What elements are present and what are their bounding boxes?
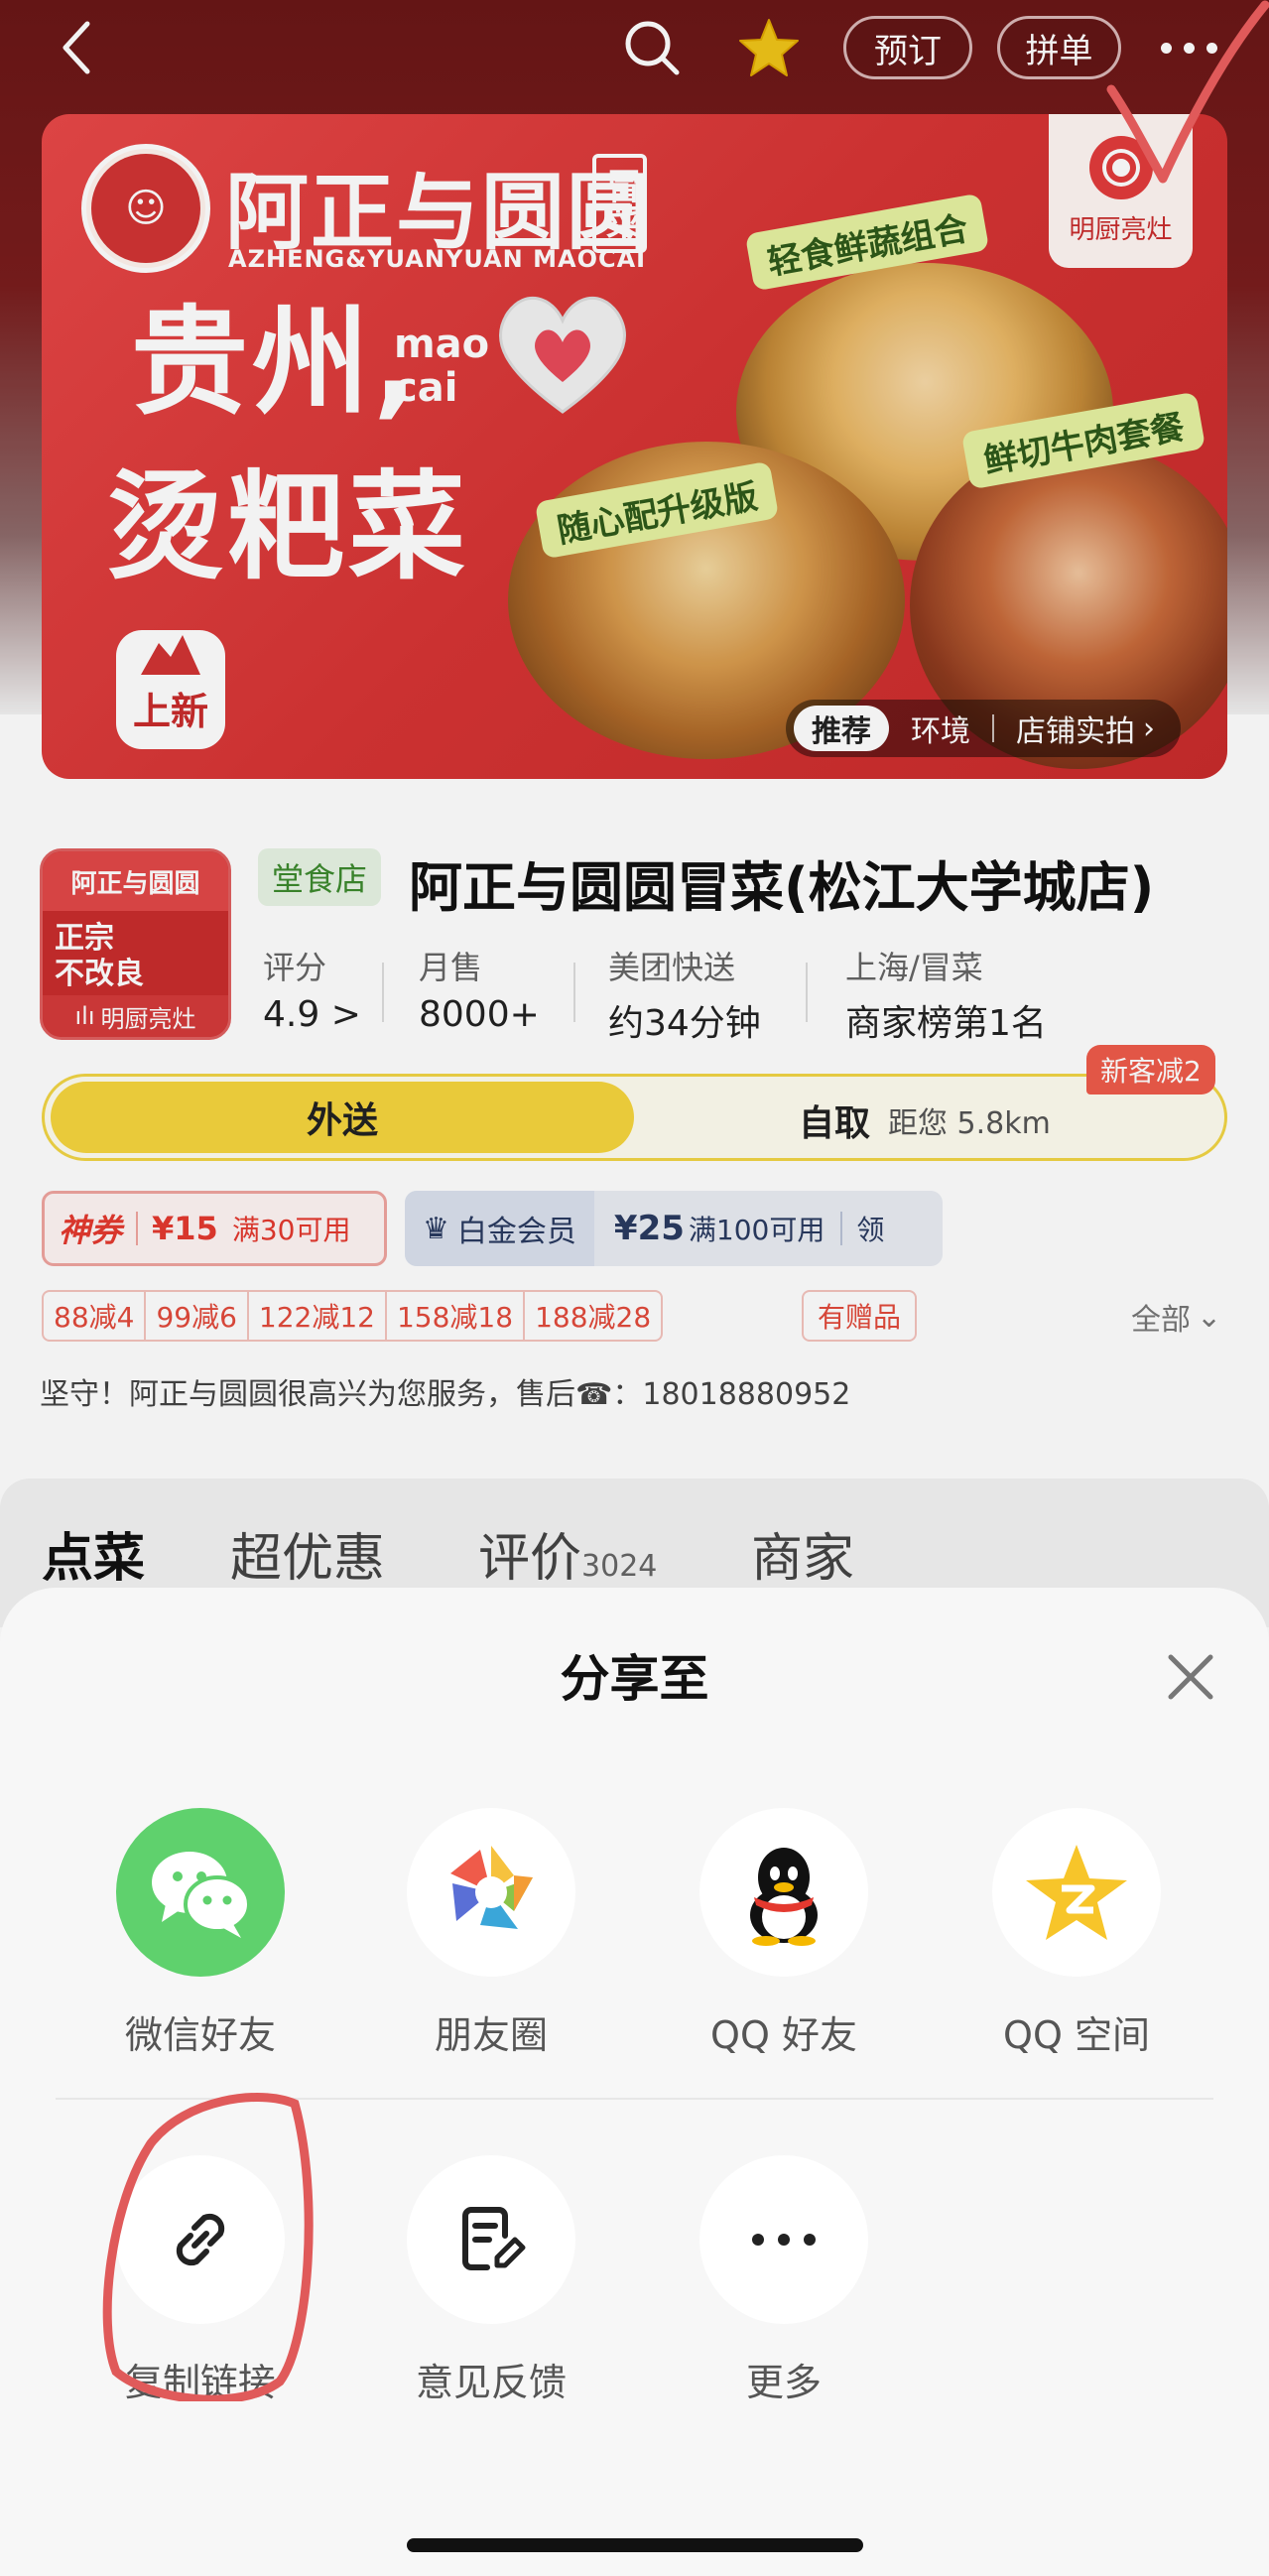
divider (56, 2098, 1213, 2100)
link-icon (116, 2155, 285, 2324)
close-icon (1168, 1654, 1213, 1700)
home-indicator[interactable] (407, 2538, 863, 2552)
store-page: 预订 拼单 ☺ 阿正与圆圆 冒菜 AZHENG&YUANYUAN MAOCAI … (0, 0, 1269, 2576)
share-label: 微信好友 (124, 2013, 276, 2057)
feedback-edit-icon (407, 2155, 575, 2324)
share-sheet: 分享至 微信好友 朋友圈 QQ 好友 QQ 空间 复制链接 意见反馈 更多 (0, 1588, 1269, 2576)
wechat-icon (116, 1808, 285, 1977)
share-label: 更多 (745, 2361, 822, 2404)
share-copy-link[interactable]: 复制链接 (91, 2155, 310, 2406)
more-dots-icon (699, 2155, 868, 2324)
qzone-star-icon (992, 1808, 1161, 1977)
share-label: QQ 好友 (710, 2013, 857, 2057)
close-button[interactable] (1161, 1647, 1220, 1707)
share-label: QQ 空间 (1003, 2013, 1150, 2057)
qq-penguin-icon (699, 1808, 868, 1977)
share-more[interactable]: 更多 (675, 2155, 893, 2406)
share-qq-friend[interactable]: QQ 好友 (675, 1808, 893, 2059)
share-label: 朋友圈 (434, 2013, 548, 2057)
moments-aperture-icon (407, 1808, 575, 1977)
share-wechat-friend[interactable]: 微信好友 (91, 1808, 310, 2059)
share-feedback[interactable]: 意见反馈 (382, 2155, 600, 2406)
share-label: 意见反馈 (415, 2361, 567, 2404)
share-moments[interactable]: 朋友圈 (382, 1808, 600, 2059)
share-label: 复制链接 (124, 2361, 276, 2404)
share-qzone[interactable]: QQ 空间 (967, 1808, 1186, 2059)
share-sheet-title: 分享至 (560, 1650, 709, 1708)
